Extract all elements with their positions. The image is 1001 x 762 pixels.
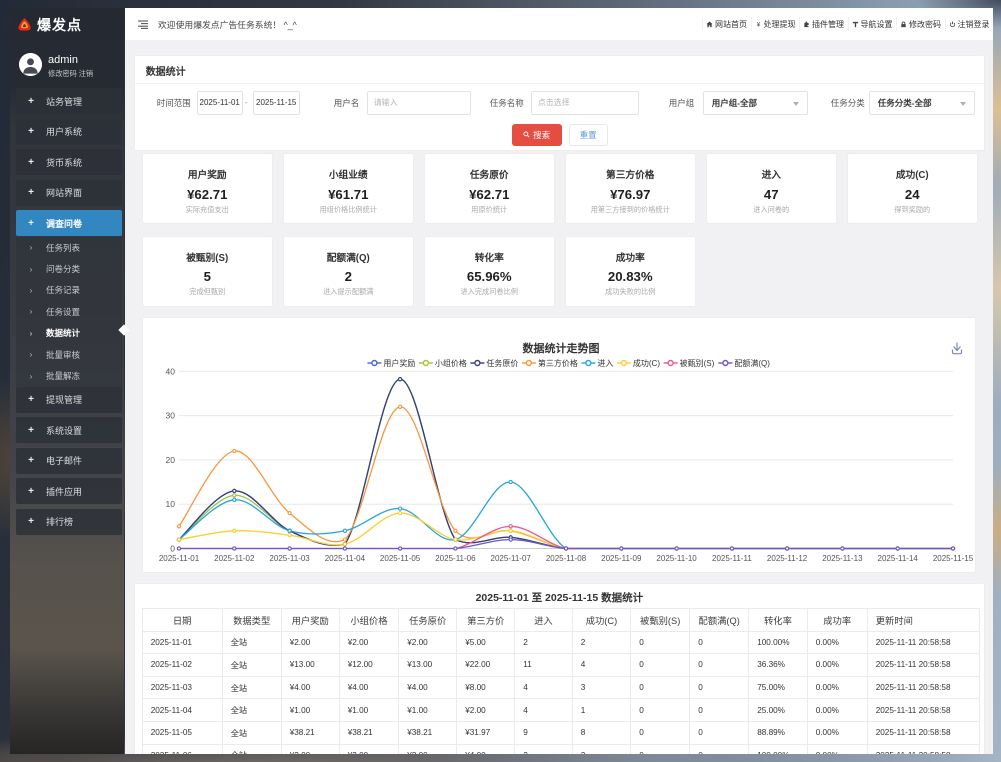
svg-text:第三方价格: 第三方价格 (538, 358, 578, 368)
svg-text:40: 40 (166, 366, 176, 376)
svg-text:2025-11-11: 2025-11-11 (712, 554, 752, 563)
svg-text:小组价格: 小组价格 (435, 358, 467, 368)
svg-text:0: 0 (170, 544, 175, 554)
svg-text:2025-11-12: 2025-11-12 (767, 554, 808, 563)
svg-text:数据统计走势图: 数据统计走势图 (523, 341, 600, 355)
svg-text:¥: ¥ (756, 21, 760, 27)
svg-text:2025-11-13: 2025-11-13 (822, 554, 863, 563)
svg-text:2025-11-09: 2025-11-09 (601, 554, 642, 563)
svg-text:进入: 进入 (597, 359, 613, 368)
svg-text:2025-11-14: 2025-11-14 (878, 554, 919, 563)
svg-text:20: 20 (166, 455, 176, 465)
svg-text:2025-11-10: 2025-11-10 (656, 554, 697, 563)
svg-text:10: 10 (166, 499, 176, 509)
svg-text:成功(C): 成功(C) (633, 358, 660, 368)
svg-text:任务原价: 任务原价 (486, 358, 518, 368)
svg-text:2025-11-07: 2025-11-07 (491, 554, 532, 563)
svg-text:2025-11-08: 2025-11-08 (546, 554, 587, 563)
svg-text:30: 30 (166, 411, 176, 421)
svg-text:用户奖励: 用户奖励 (383, 358, 415, 368)
svg-text:2025-11-02: 2025-11-02 (214, 554, 255, 563)
svg-text:2025-11-03: 2025-11-03 (269, 554, 310, 563)
svg-text:2025-11-06: 2025-11-06 (435, 554, 476, 563)
svg-text:2025-11-04: 2025-11-04 (325, 554, 366, 563)
svg-text:被甄别(S): 被甄别(S) (680, 358, 715, 368)
svg-text:2025-11-15: 2025-11-15 (933, 554, 974, 563)
svg-text:2025-11-05: 2025-11-05 (380, 554, 421, 563)
svg-text:配额满(Q): 配额满(Q) (734, 358, 770, 368)
svg-text:2025-11-01: 2025-11-01 (159, 554, 200, 563)
